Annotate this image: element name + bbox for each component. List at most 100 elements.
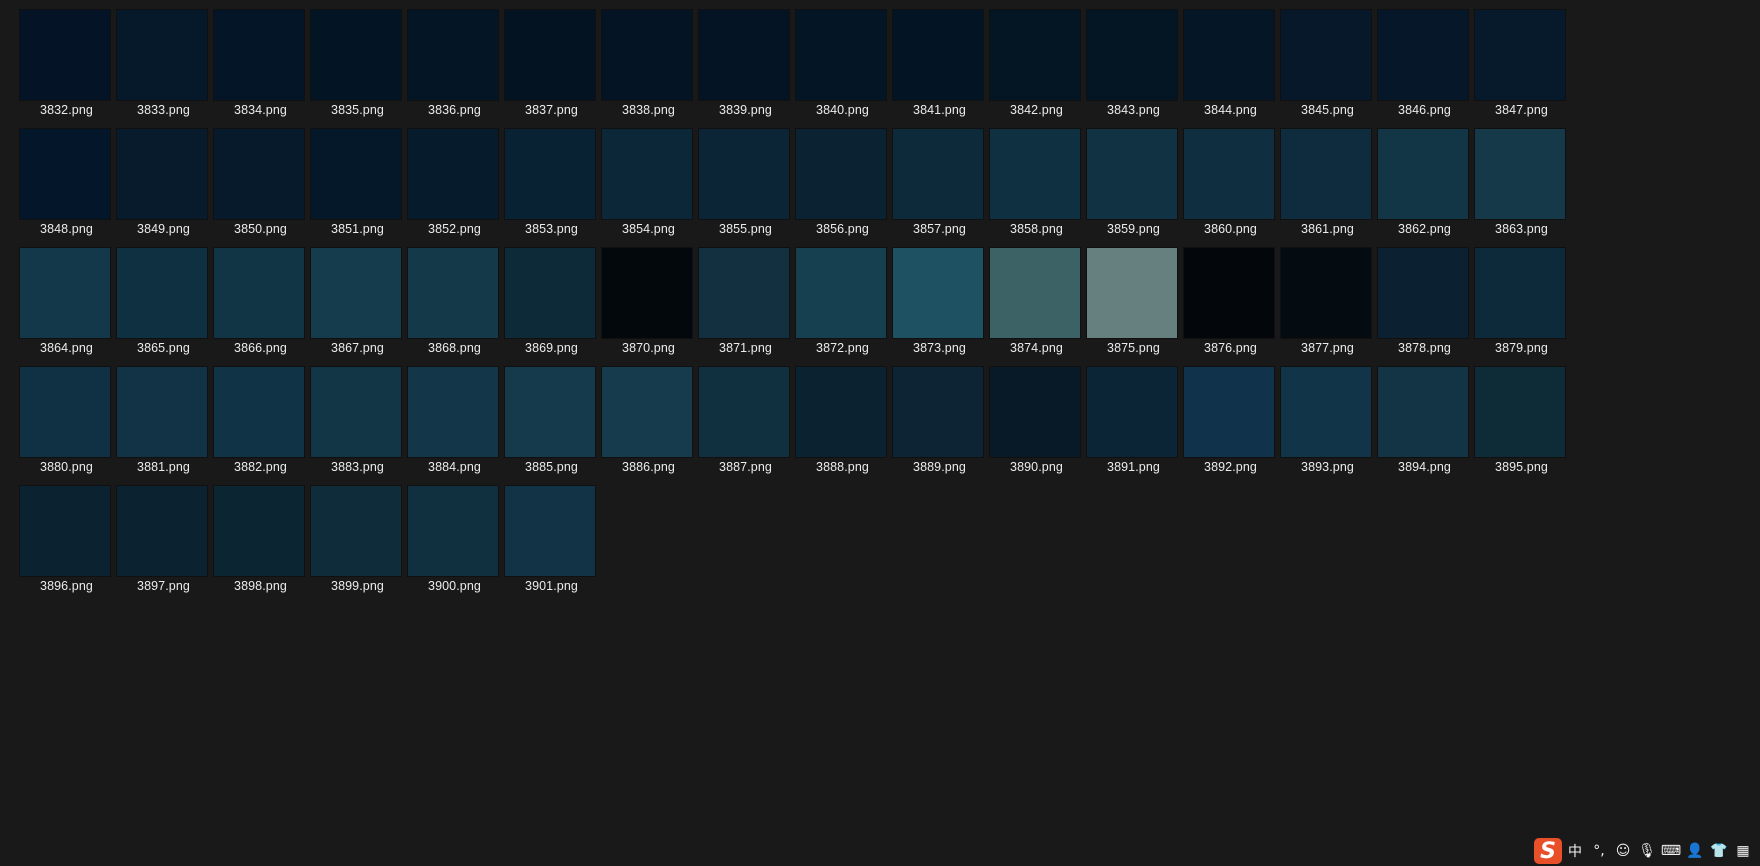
file-item[interactable]: 3895.png xyxy=(1473,366,1570,485)
file-item[interactable]: 3851.png xyxy=(309,128,406,247)
file-name-label: 3834.png xyxy=(234,103,287,117)
file-thumbnail xyxy=(117,129,207,219)
file-item[interactable]: 3880.png xyxy=(18,366,115,485)
file-item[interactable]: 3886.png xyxy=(600,366,697,485)
file-thumbnail xyxy=(408,486,498,576)
file-item[interactable]: 3876.png xyxy=(1182,247,1279,366)
file-item[interactable]: 3843.png xyxy=(1085,9,1182,128)
file-item[interactable]: 3838.png xyxy=(600,9,697,128)
keyboard-icon[interactable]: ⌨ xyxy=(1660,840,1682,862)
file-name-label: 3900.png xyxy=(428,579,481,593)
file-item[interactable]: 3891.png xyxy=(1085,366,1182,485)
file-thumbnail xyxy=(214,129,304,219)
input-mode-toggle[interactable]: 中 xyxy=(1564,840,1586,862)
file-item[interactable]: 3888.png xyxy=(794,366,891,485)
file-item[interactable]: 3866.png xyxy=(212,247,309,366)
file-item[interactable]: 3855.png xyxy=(697,128,794,247)
emoji-icon[interactable]: ☺ xyxy=(1612,840,1634,862)
file-item[interactable]: 3892.png xyxy=(1182,366,1279,485)
file-item[interactable]: 3852.png xyxy=(406,128,503,247)
file-item[interactable]: 3832.png xyxy=(18,9,115,128)
file-item[interactable]: 3897.png xyxy=(115,485,212,604)
file-thumbnail xyxy=(117,486,207,576)
file-name-label: 3849.png xyxy=(137,222,190,236)
file-item[interactable]: 3878.png xyxy=(1376,247,1473,366)
file-thumbnail xyxy=(602,129,692,219)
file-item[interactable]: 3871.png xyxy=(697,247,794,366)
file-item[interactable]: 3899.png xyxy=(309,485,406,604)
file-item[interactable]: 3883.png xyxy=(309,366,406,485)
file-item[interactable]: 3835.png xyxy=(309,9,406,128)
skin-icon[interactable]: 👕 xyxy=(1708,840,1730,862)
file-item[interactable]: 3833.png xyxy=(115,9,212,128)
file-item[interactable]: 3840.png xyxy=(794,9,891,128)
file-item[interactable]: 3849.png xyxy=(115,128,212,247)
file-item[interactable]: 3859.png xyxy=(1085,128,1182,247)
apps-grid-icon[interactable]: ▦ xyxy=(1732,840,1754,862)
file-item[interactable]: 3864.png xyxy=(18,247,115,366)
file-name-label: 3886.png xyxy=(622,460,675,474)
file-thumbnail xyxy=(1184,367,1274,457)
file-item[interactable]: 3848.png xyxy=(18,128,115,247)
file-item[interactable]: 3872.png xyxy=(794,247,891,366)
file-thumbnail xyxy=(214,248,304,338)
file-item[interactable]: 3860.png xyxy=(1182,128,1279,247)
file-item[interactable]: 3846.png xyxy=(1376,9,1473,128)
file-item[interactable]: 3853.png xyxy=(503,128,600,247)
file-item[interactable]: 3845.png xyxy=(1279,9,1376,128)
file-item[interactable]: 3847.png xyxy=(1473,9,1570,128)
file-item[interactable]: 3841.png xyxy=(891,9,988,128)
file-item[interactable]: 3862.png xyxy=(1376,128,1473,247)
sogou-logo-icon[interactable]: S xyxy=(1534,838,1562,864)
file-name-label: 3858.png xyxy=(1010,222,1063,236)
file-item[interactable]: 3900.png xyxy=(406,485,503,604)
file-item[interactable]: 3898.png xyxy=(212,485,309,604)
file-item[interactable]: 3894.png xyxy=(1376,366,1473,485)
user-icon[interactable]: 👤 xyxy=(1684,840,1706,862)
file-item[interactable]: 3890.png xyxy=(988,366,1085,485)
file-item[interactable]: 3850.png xyxy=(212,128,309,247)
file-name-label: 3864.png xyxy=(40,341,93,355)
file-item[interactable]: 3893.png xyxy=(1279,366,1376,485)
file-item[interactable]: 3889.png xyxy=(891,366,988,485)
file-item[interactable]: 3884.png xyxy=(406,366,503,485)
file-item[interactable]: 3836.png xyxy=(406,9,503,128)
file-thumbnail xyxy=(1378,248,1468,338)
ime-toolbar: S 中 °, ☺ 🎙 ⌨ 👤 👕 ▦ xyxy=(1534,836,1754,866)
file-item[interactable]: 3865.png xyxy=(115,247,212,366)
file-item[interactable]: 3873.png xyxy=(891,247,988,366)
file-item[interactable]: 3869.png xyxy=(503,247,600,366)
file-item[interactable]: 3854.png xyxy=(600,128,697,247)
file-item[interactable]: 3867.png xyxy=(309,247,406,366)
file-item[interactable]: 3882.png xyxy=(212,366,309,485)
file-item[interactable]: 3834.png xyxy=(212,9,309,128)
punctuation-icon[interactable]: °, xyxy=(1588,840,1610,862)
file-item[interactable]: 3868.png xyxy=(406,247,503,366)
file-name-label: 3894.png xyxy=(1398,460,1451,474)
file-item[interactable]: 3885.png xyxy=(503,366,600,485)
file-item[interactable]: 3875.png xyxy=(1085,247,1182,366)
file-thumbnail xyxy=(1281,367,1371,457)
file-item[interactable]: 3839.png xyxy=(697,9,794,128)
file-name-label: 3837.png xyxy=(525,103,578,117)
file-item[interactable]: 3842.png xyxy=(988,9,1085,128)
file-item[interactable]: 3879.png xyxy=(1473,247,1570,366)
file-item[interactable]: 3901.png xyxy=(503,485,600,604)
microphone-icon[interactable]: 🎙 xyxy=(1636,840,1658,862)
file-item[interactable]: 3870.png xyxy=(600,247,697,366)
file-item[interactable]: 3856.png xyxy=(794,128,891,247)
file-thumbnail xyxy=(20,367,110,457)
file-item[interactable]: 3881.png xyxy=(115,366,212,485)
file-item[interactable]: 3874.png xyxy=(988,247,1085,366)
file-name-label: 3876.png xyxy=(1204,341,1257,355)
file-item[interactable]: 3837.png xyxy=(503,9,600,128)
file-item[interactable]: 3863.png xyxy=(1473,128,1570,247)
file-item[interactable]: 3896.png xyxy=(18,485,115,604)
file-item[interactable]: 3861.png xyxy=(1279,128,1376,247)
file-item[interactable]: 3857.png xyxy=(891,128,988,247)
file-item[interactable]: 3877.png xyxy=(1279,247,1376,366)
file-item[interactable]: 3858.png xyxy=(988,128,1085,247)
file-name-label: 3839.png xyxy=(719,103,772,117)
file-item[interactable]: 3844.png xyxy=(1182,9,1279,128)
file-item[interactable]: 3887.png xyxy=(697,366,794,485)
